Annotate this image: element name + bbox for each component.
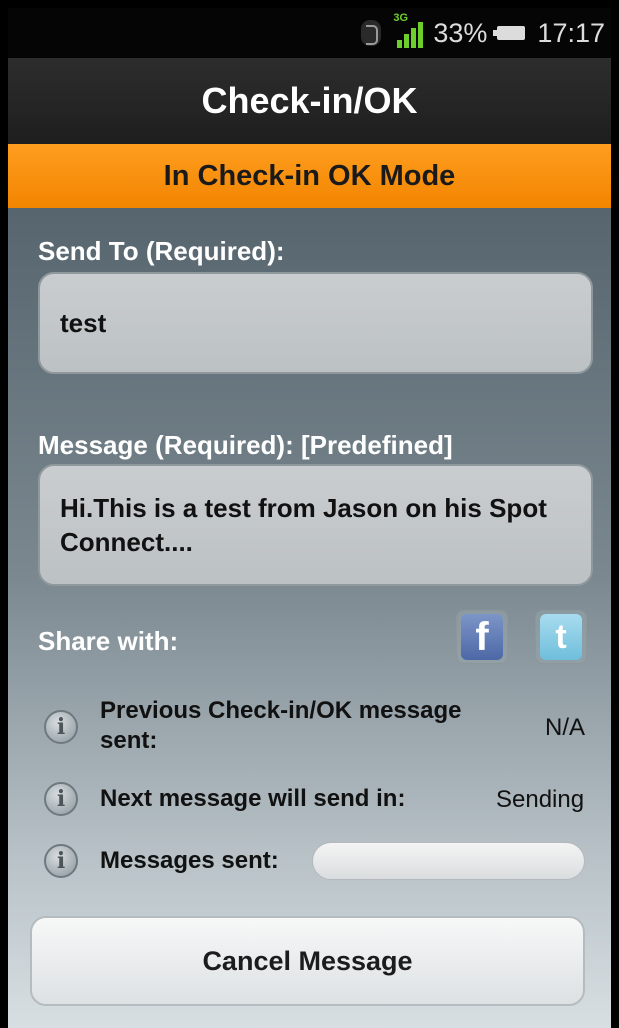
messages-sent-label: Messages sent:	[100, 847, 279, 874]
network-type: 3G	[393, 12, 409, 24]
form-panel: Send To (Required): test Message (Requir…	[8, 208, 611, 1028]
battery-percent: 33%	[433, 17, 488, 48]
next-message-value: Sending	[496, 786, 585, 813]
status-bar: 3G 33% 17:17	[8, 8, 611, 58]
message-value: Hi.This is a test from Jason on his Spot…	[60, 493, 547, 557]
send-to-label: Send To (Required):	[38, 236, 285, 266]
info-icon[interactable]: i	[44, 844, 78, 878]
twitter-share-button[interactable]: t	[535, 610, 587, 664]
battery-icon	[493, 26, 526, 40]
facebook-share-button[interactable]: f	[456, 610, 508, 664]
previous-message-value: N/A	[545, 714, 586, 741]
cancel-message-button[interactable]: Cancel Message	[30, 916, 585, 1006]
app-screen: 3G 33% 17:17 Check-in/OK In Check-in OK …	[0, 0, 619, 1028]
facebook-icon: f	[461, 614, 503, 660]
previous-message-label: Previous Check-in/OK message sent:	[100, 697, 462, 754]
message-label: Message (Required): [Predefined]	[38, 430, 453, 460]
title-bar: Check-in/OK	[8, 58, 611, 144]
twitter-icon: t	[540, 614, 582, 660]
share-label: Share with:	[38, 626, 179, 656]
clock: 17:17	[537, 17, 605, 48]
mode-banner-text: In Check-in OK Mode	[163, 159, 456, 192]
signal-icon: 3G	[393, 12, 424, 48]
page-title: Check-in/OK	[201, 80, 418, 121]
mode-banner: In Check-in OK Mode	[8, 144, 611, 208]
send-to-value: test	[60, 307, 107, 338]
message-field[interactable]: Hi.This is a test from Jason on his Spot…	[38, 464, 593, 586]
bluetooth-icon	[361, 20, 382, 46]
info-icon[interactable]: i	[44, 782, 78, 816]
next-message-label: Next message will send in:	[100, 785, 406, 812]
send-to-field[interactable]: test	[38, 272, 593, 374]
cancel-message-label: Cancel Message	[202, 945, 413, 976]
info-icon[interactable]: i	[44, 710, 78, 744]
messages-sent-progress	[312, 842, 585, 880]
